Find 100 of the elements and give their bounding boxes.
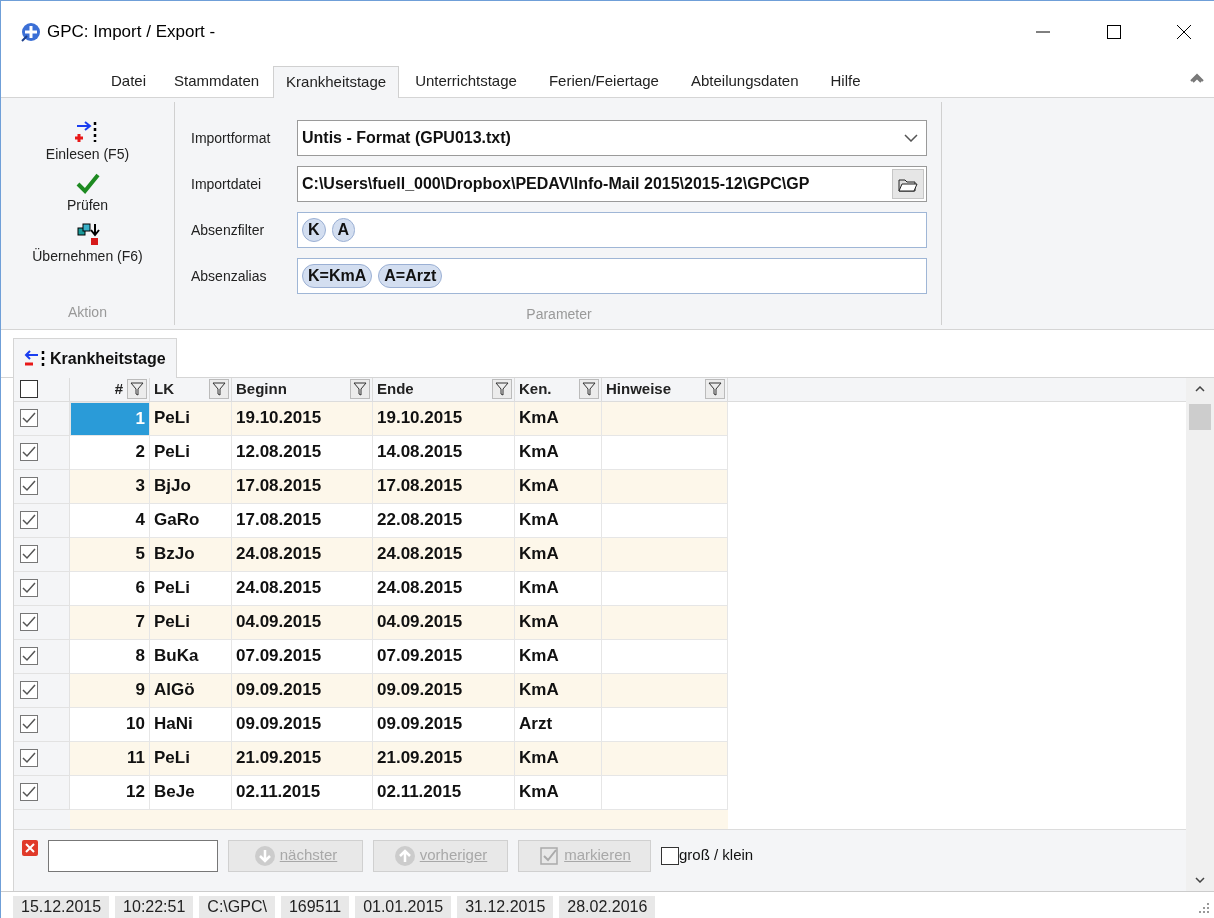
token-chip[interactable]: A=Arzt (378, 264, 443, 288)
document-tab[interactable]: Krankheitstage (13, 338, 177, 378)
scrollbar[interactable] (1186, 378, 1214, 891)
table-cell: 1 (70, 401, 150, 436)
action-button[interactable]: Einlesen (F5) (45, 120, 130, 165)
ribbon-tab[interactable]: Stammdaten (160, 65, 274, 97)
scroll-thumb[interactable] (1189, 404, 1211, 430)
checkbox[interactable] (661, 846, 679, 865)
table-cell: GaRo (150, 503, 232, 538)
format-dropdown[interactable]: Untis - Format (GPU013.txt) (297, 120, 927, 156)
table-cell: Arzt (515, 707, 602, 742)
checkbox[interactable] (20, 545, 38, 563)
table-cell: 12 (70, 775, 150, 810)
checkbox[interactable] (20, 647, 38, 665)
search-field[interactable] (48, 839, 218, 872)
scroll-down-icon[interactable] (1195, 877, 1205, 883)
table-cell: 12.08.2015 (232, 435, 373, 470)
browse-button[interactable] (892, 169, 924, 199)
column-header[interactable]: LK (154, 378, 209, 401)
table-cell: 11 (70, 741, 150, 776)
table-cell: KmA (515, 469, 602, 504)
column-header[interactable]: Ken. (519, 378, 579, 401)
checkbox[interactable] (20, 409, 38, 427)
arrow-up-icon (393, 844, 416, 867)
checkbox[interactable] (20, 380, 38, 399)
field-label: Importdatei (191, 174, 263, 194)
action-button[interactable]: Prüfen (66, 171, 109, 216)
filter-icon[interactable] (579, 379, 599, 400)
table-cell: 17.08.2015 (373, 469, 515, 504)
action-button[interactable]: Übernehmen (F6) (32, 222, 143, 267)
filter-icon[interactable] (127, 379, 147, 400)
token-field[interactable]: K A (297, 212, 927, 248)
table-cell: 6 (70, 571, 150, 606)
transfer-icon (75, 222, 100, 246)
checkbox[interactable] (20, 511, 38, 529)
close-icon[interactable] (1176, 23, 1192, 40)
checkbox[interactable] (20, 783, 38, 801)
chevron-down-icon (904, 134, 918, 142)
filter-icon[interactable] (492, 379, 512, 400)
file-path-field[interactable]: C:\Users\fuell_000\Dropbox\PEDAV\Info-Mail 2015\2015-12\GPC\GP (297, 166, 927, 202)
status-field: 31.12.2015 (457, 896, 554, 918)
scroll-up-icon[interactable] (1195, 386, 1205, 392)
table-cell: 17.08.2015 (232, 503, 373, 538)
checkbox[interactable] (20, 749, 38, 767)
status-field: C:\GPC\ (199, 896, 275, 918)
ribbon-tab[interactable]: Hilfe (814, 65, 877, 97)
ribbon-tab[interactable]: Datei (97, 65, 161, 97)
checkbox[interactable] (20, 443, 38, 461)
filter-icon[interactable] (350, 379, 370, 400)
token-chip[interactable]: K (302, 218, 326, 242)
table-cell: BeJe (150, 775, 232, 810)
table-cell: KmA (515, 639, 602, 674)
table-cell: KmA (515, 673, 602, 708)
ribbon-tab[interactable]: Abteilungsdaten (674, 65, 815, 97)
checkbox[interactable] (20, 477, 38, 495)
token-field[interactable]: K=KmA A=Arzt (297, 258, 927, 294)
window-title: GPC: Import / Export - (47, 20, 216, 43)
dropdown-value: Untis - Format (GPU013.txt) (302, 128, 512, 148)
filter-icon[interactable] (705, 379, 725, 400)
group-label: Parameter (526, 305, 592, 324)
table-cell: 8 (70, 639, 150, 674)
checkbox[interactable] (20, 579, 38, 597)
checkbox[interactable] (20, 681, 38, 699)
filter-icon[interactable] (209, 379, 229, 400)
maximize-icon[interactable] (1106, 23, 1122, 40)
table-cell: 10 (70, 707, 150, 742)
table-cell: KmA (515, 503, 602, 538)
ribbon-tab[interactable]: Unterrichtstage (399, 65, 533, 97)
ribbon-tab[interactable]: Ferien/Feiertage (532, 65, 675, 97)
folder-icon (898, 176, 918, 192)
table-cell: 24.08.2015 (232, 537, 373, 572)
table-cell: 14.08.2015 (373, 435, 515, 470)
import-icon (24, 349, 46, 368)
collapse-ribbon-icon[interactable] (1190, 73, 1204, 83)
checkbox[interactable] (20, 715, 38, 733)
table-cell: 09.09.2015 (232, 707, 373, 742)
table-cell: KmA (515, 605, 602, 640)
token-chip[interactable]: A (331, 218, 356, 242)
status-field: 15.12.2015 (13, 896, 110, 918)
table-cell: BjJo (150, 469, 232, 504)
column-header[interactable]: Ende (377, 378, 492, 401)
column-header[interactable]: # (74, 378, 127, 401)
table-cell: 3 (70, 469, 150, 504)
checkbox[interactable] (20, 613, 38, 631)
resize-grip-icon[interactable] (1198, 902, 1210, 914)
file-path: C:\Users\fuell_000\Dropbox\PEDAV\Info-Mail 2015\2015-12\GPC\GP (302, 174, 811, 194)
table-cell: KmA (515, 571, 602, 606)
table-cell: 17.08.2015 (232, 469, 373, 504)
table-cell: KmA (515, 775, 602, 810)
token-chip[interactable]: K=KmA (302, 264, 373, 288)
table-cell: 2 (70, 435, 150, 470)
ribbon-tab[interactable]: Krankheitstage (273, 66, 400, 98)
table-cell: 19.10.2015 (373, 401, 515, 436)
column-header[interactable]: Hinweise (606, 378, 705, 401)
case-option[interactable]: groß / klein (661, 844, 754, 867)
table-cell: KmA (515, 537, 602, 572)
table-cell: 09.09.2015 (373, 673, 515, 708)
table-cell: KmA (515, 435, 602, 470)
column-header[interactable]: Beginn (236, 378, 350, 401)
table-cell: PeLi (150, 605, 232, 640)
